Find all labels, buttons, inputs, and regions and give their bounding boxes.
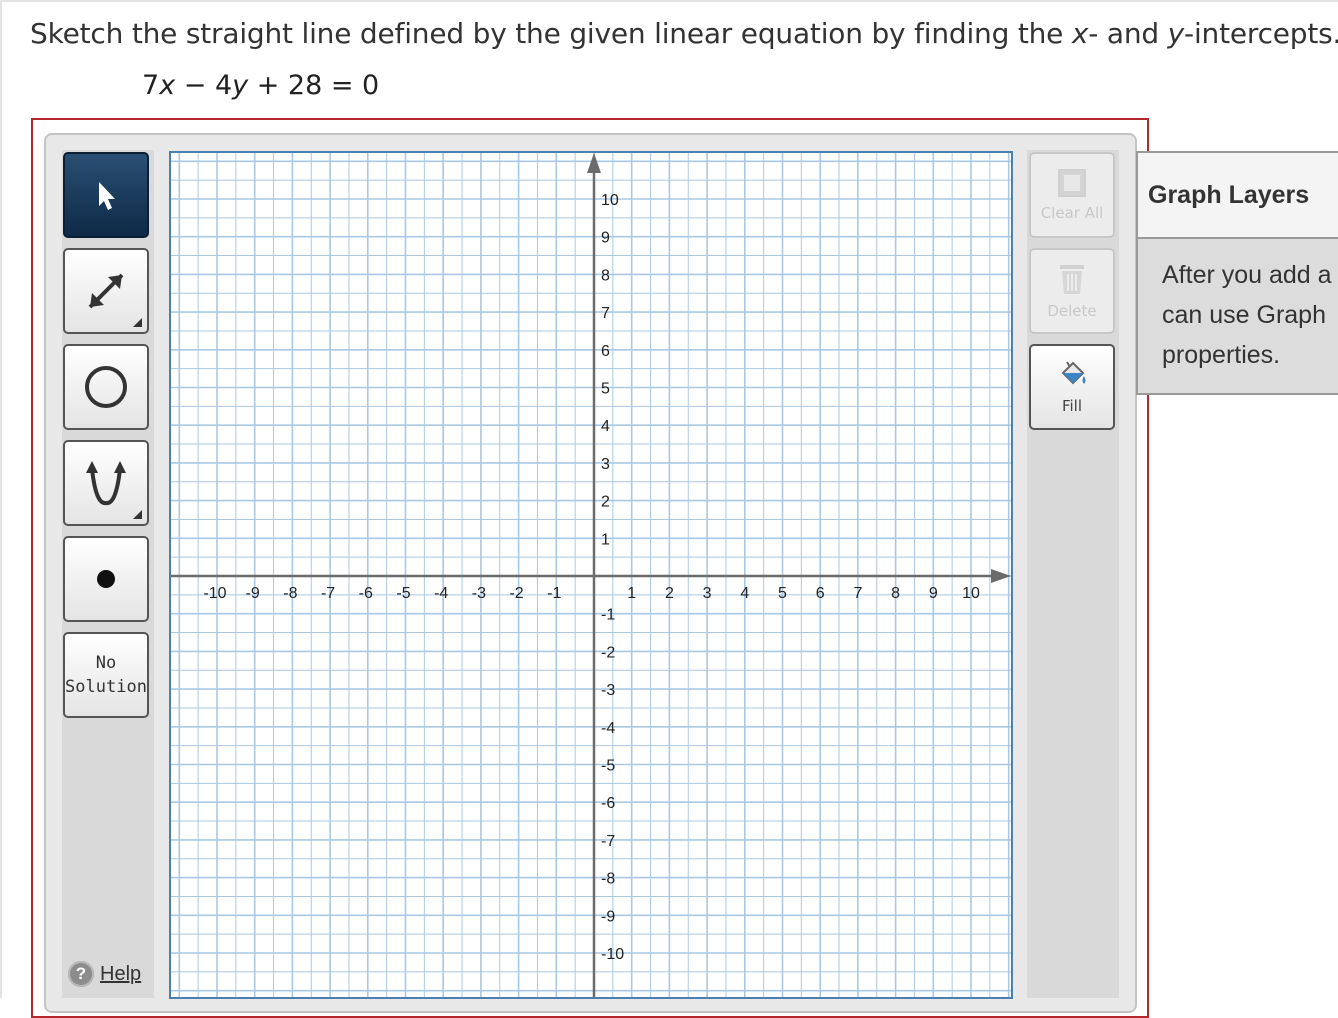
x-tick-label: -9 (246, 585, 260, 602)
graph-layers-header[interactable]: Graph Layers (1138, 153, 1338, 239)
graph-layers-instructions: After you add a can use Graph properties… (1162, 261, 1332, 369)
help-link[interactable]: ? Help (68, 961, 141, 987)
x-tick-label: 9 (929, 585, 938, 602)
y-tick-label: 8 (601, 267, 610, 284)
point-tool-button[interactable] (63, 536, 149, 622)
submenu-indicator (133, 510, 142, 519)
fill-button[interactable]: Fill (1029, 344, 1115, 430)
line-icon (88, 273, 124, 309)
circle-icon (85, 366, 127, 408)
y-tick-label: 1 (601, 531, 610, 548)
y-tick-label: 7 (601, 305, 610, 322)
x-tick-label: 4 (740, 585, 749, 602)
circle-tool-button[interactable] (63, 344, 149, 430)
y-tick-label: -9 (601, 908, 615, 925)
y-tick-label: -3 (601, 682, 615, 699)
x-tick-label: 10 (962, 585, 980, 602)
y-tick-label: 3 (601, 456, 610, 473)
x-tick-label: -10 (203, 585, 226, 602)
clear-all-button[interactable]: Clear All (1029, 152, 1115, 238)
x-tick-label: 7 (853, 585, 862, 602)
x-tick-label: -7 (321, 585, 335, 602)
point-icon (97, 570, 115, 588)
x-tick-label: -5 (396, 585, 410, 602)
trash-icon (1060, 265, 1084, 294)
line-tool-button[interactable] (63, 248, 149, 334)
x-tick-label: -1 (547, 585, 561, 602)
x-tick-label: -4 (434, 585, 448, 602)
pointer-icon (99, 182, 115, 210)
y-tick-label: 6 (601, 343, 610, 360)
submenu-indicator (133, 318, 142, 327)
top-border (0, 0, 1338, 2)
delete-button[interactable]: Delete (1029, 248, 1115, 334)
parabola-tool-button[interactable] (63, 440, 149, 526)
y-tick-label: 4 (601, 418, 610, 435)
x-tick-label: 5 (778, 585, 787, 602)
no-solution-button[interactable]: No Solution (63, 632, 149, 718)
y-axis-arrow (587, 153, 601, 173)
y-tick-label: -4 (601, 720, 615, 737)
question-text: Sketch the straight line defined by the … (30, 17, 1338, 50)
paint-bucket-icon (1061, 361, 1086, 385)
coordinate-grid[interactable]: -10 -9 -8 -7 -6 -5 -4 -3 -2 -1 1 2 3 4 5 6 7 8 9 10 10 9 8 7 6 5 4… (171, 153, 1011, 997)
graph-layers-panel: Graph Layers After you add a can use Gra… (1136, 151, 1338, 395)
graph-canvas[interactable]: -10 -9 -8 -7 -6 -5 -4 -3 -2 -1 1 2 3 4 5 6 7 8 9 10 10 9 8 7 6 5 4… (169, 151, 1013, 999)
x-tick-label: -2 (509, 585, 523, 602)
y-tick-label: 2 (601, 494, 610, 511)
pointer-tool-button[interactable] (63, 152, 149, 238)
x-tick-label: -8 (283, 585, 297, 602)
x-tick-label: -6 (359, 585, 373, 602)
x-tick-label: 3 (703, 585, 712, 602)
x-tick-label: 2 (665, 585, 674, 602)
y-tick-label: -8 (601, 871, 615, 888)
y-tick-label: -5 (601, 758, 615, 775)
y-tick-label: -6 (601, 795, 615, 812)
clear-all-icon (1058, 169, 1086, 197)
y-tick-label: -2 (601, 644, 615, 661)
y-tick-label: 10 (601, 192, 619, 209)
y-tick-label: 9 (601, 230, 610, 247)
x-tick-label: 8 (891, 585, 900, 602)
y-tick-label: -7 (601, 833, 615, 850)
equation: 7x − 4y + 28 = 0 (142, 70, 380, 101)
parabola-icon (86, 461, 126, 506)
y-tick-label: -1 (601, 607, 615, 624)
y-tick-label: -10 (601, 946, 624, 963)
x-tick-label: 1 (627, 585, 636, 602)
x-tick-label: 6 (816, 585, 825, 602)
x-tick-label: -3 (472, 585, 486, 602)
help-icon: ? (68, 961, 94, 987)
left-border (0, 0, 2, 998)
y-tick-label: 5 (601, 381, 610, 398)
